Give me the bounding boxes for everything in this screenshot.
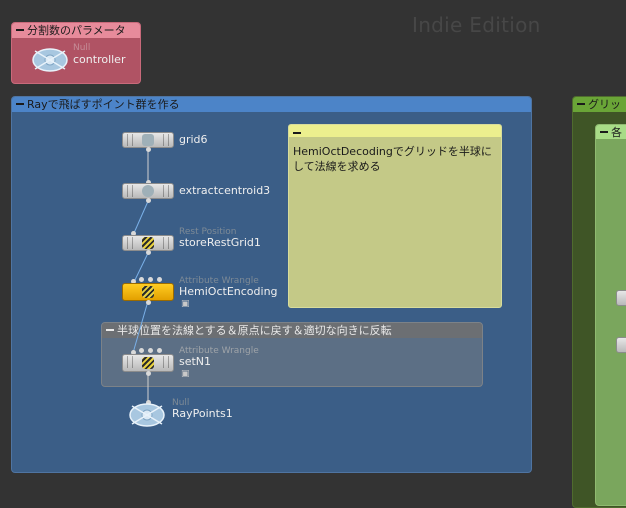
rest-position-icon <box>142 237 154 249</box>
wrangle-icon <box>142 357 154 369</box>
centroid-icon <box>142 185 154 197</box>
controller-node[interactable] <box>31 46 69 77</box>
null-node-icon <box>129 403 165 427</box>
hemi-input-3[interactable] <box>148 277 153 282</box>
wrangle-icon <box>142 286 154 298</box>
node-wires <box>132 149 150 402</box>
hemi-input-2[interactable] <box>139 277 144 282</box>
cook-badge-icon: ▣ <box>181 369 190 379</box>
node-flag <box>168 185 169 197</box>
hemi-output[interactable] <box>146 300 151 305</box>
store-output[interactable] <box>146 250 151 255</box>
extract-output[interactable] <box>146 198 151 203</box>
node-flag <box>132 185 133 197</box>
node-flag <box>168 356 169 368</box>
node-flag <box>168 134 169 146</box>
node-flag <box>132 134 133 146</box>
node-flag <box>163 237 164 249</box>
null-node-icon <box>32 48 68 72</box>
storeRestGrid1-node[interactable] <box>122 235 174 251</box>
node-flag <box>127 185 128 197</box>
extractcentroid3-node[interactable] <box>122 183 174 199</box>
RayPoints1-label: RayPoints1 <box>172 407 233 420</box>
setn-input-2[interactable] <box>139 348 144 353</box>
grid-icon <box>142 134 154 146</box>
node-flag <box>163 185 164 197</box>
grid6-output[interactable] <box>146 147 151 152</box>
extractcentroid3-label: extractcentroid3 <box>179 184 271 197</box>
HemiOctEncoding-label: HemiOctEncoding <box>179 285 278 298</box>
cook-badge-icon: ▣ <box>181 299 190 309</box>
setn-input-4[interactable] <box>157 348 162 353</box>
storeRestGrid1-label: storeRestGrid1 <box>179 236 261 249</box>
setn-output[interactable] <box>146 371 151 376</box>
hemi-input-4[interactable] <box>157 277 162 282</box>
grid6-node[interactable] <box>122 132 174 148</box>
node-flag <box>127 237 128 249</box>
wire-extract-store <box>133 198 150 234</box>
node-flag <box>127 356 128 368</box>
setN1-label: setN1 <box>179 355 212 368</box>
node-flag <box>132 237 133 249</box>
RayPoints1-node[interactable] <box>128 401 166 432</box>
setn-input-3[interactable] <box>148 348 153 353</box>
node-flag <box>132 356 133 368</box>
wire-hemi-setn <box>132 300 149 354</box>
node-flag <box>168 237 169 249</box>
grid6-label: grid6 <box>179 133 208 146</box>
node-flag <box>127 134 128 146</box>
controller-label: controller <box>73 53 126 66</box>
setN1-node[interactable] <box>122 354 174 372</box>
HemiOctEncoding-node[interactable] <box>122 283 174 301</box>
node-flag <box>163 134 164 146</box>
controller-type: Null <box>73 43 91 53</box>
node-flag <box>163 356 164 368</box>
